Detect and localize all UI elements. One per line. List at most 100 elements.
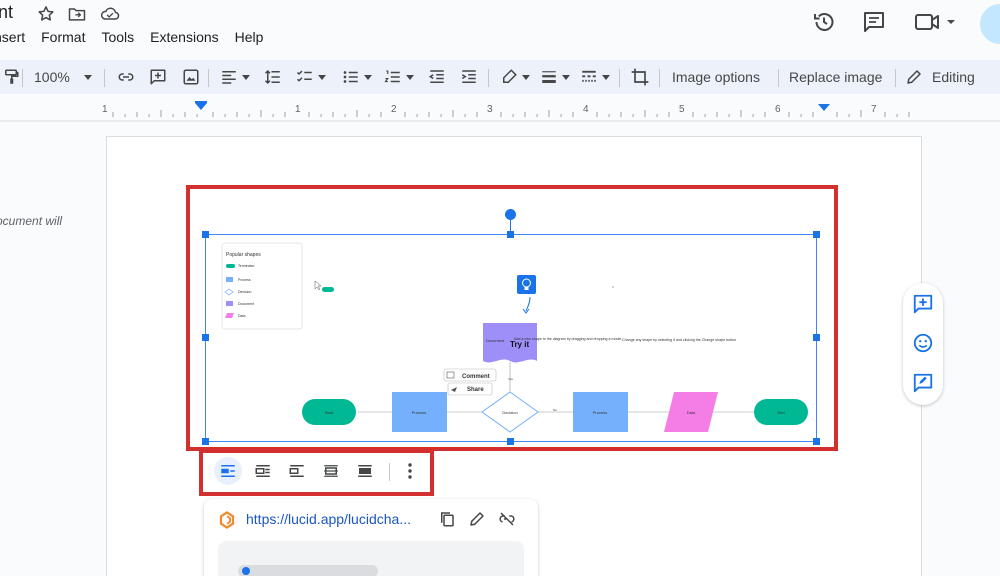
shape-label: Decision: [502, 410, 517, 415]
numbered-list-icon[interactable]: [384, 66, 414, 88]
replace-image-label: Replace image: [789, 69, 883, 85]
chevron-down-icon: [364, 74, 372, 80]
menu-format[interactable]: Format: [41, 28, 85, 48]
line-spacing-icon[interactable]: [264, 66, 282, 88]
svg-text:x: x: [612, 284, 614, 289]
popup-comment-label: Comment: [462, 374, 490, 380]
legend-item: Terminator: [238, 264, 255, 268]
connector-label: Yes: [508, 377, 513, 381]
highlight-box-wrap-toolbar: [199, 449, 434, 496]
paint-format-icon[interactable]: [2, 66, 20, 88]
resize-handle-bottom-left[interactable]: [202, 438, 209, 445]
resize-handle-top-right[interactable]: [813, 231, 820, 238]
tip-text-2: Change any shape by selecting it and cli…: [622, 338, 736, 342]
bulleted-list-icon[interactable]: [342, 66, 372, 88]
toolbar-divider: [895, 69, 896, 87]
side-actions-panel: [903, 283, 943, 405]
version-history-icon[interactable]: [812, 10, 836, 34]
chevron-down-icon: [562, 74, 570, 80]
ruler-number: 6: [775, 104, 781, 115]
legend-item: Decision: [238, 290, 251, 294]
resize-handle-right[interactable]: [813, 334, 820, 341]
move-folder-icon[interactable]: [67, 4, 87, 24]
remove-link-icon[interactable]: [498, 510, 516, 528]
image-options-button[interactable]: Image options: [672, 66, 760, 88]
menu-tools[interactable]: Tools: [101, 28, 134, 48]
formatting-toolbar: 100% Image options Replace image Editing: [0, 60, 1000, 94]
share-button[interactable]: [980, 4, 1000, 44]
comments-icon[interactable]: [862, 10, 886, 34]
toolbar-divider: [619, 69, 620, 87]
insert-link-icon[interactable]: [116, 66, 136, 88]
toolbar-divider: [488, 69, 489, 87]
link-url[interactable]: https://lucid.app/lucidcha...: [246, 511, 411, 527]
replace-image-button[interactable]: Replace image: [789, 66, 882, 88]
resize-handle-bottom[interactable]: [507, 438, 514, 445]
increase-indent-icon[interactable]: [460, 66, 478, 88]
insert-image-icon[interactable]: [182, 66, 200, 88]
ruler-number: 1: [295, 104, 301, 115]
add-emoji-reaction-icon[interactable]: [912, 332, 934, 354]
selected-diagram-image[interactable]: Popular shapes Terminator Process Decisi…: [205, 234, 817, 442]
image-options-label: Image options: [672, 69, 760, 85]
add-comment-icon[interactable]: [912, 293, 934, 315]
popup-share-label: Share: [467, 387, 484, 393]
add-comment-icon[interactable]: [148, 66, 168, 88]
lucid-logo-icon: [218, 511, 236, 529]
decrease-indent-icon[interactable]: [428, 66, 446, 88]
menu-help[interactable]: Help: [235, 28, 264, 48]
shape-label: End: [777, 410, 784, 415]
try-it-label: Try it: [510, 340, 529, 349]
chevron-down-icon: [83, 74, 92, 80]
star-icon[interactable]: [36, 4, 56, 24]
resize-handle-left[interactable]: [202, 334, 209, 341]
legend-item: Process: [238, 278, 251, 282]
border-color-icon[interactable]: [500, 66, 530, 88]
resize-handle-top[interactable]: [507, 231, 514, 238]
ruler-number: 5: [679, 104, 685, 115]
legend-title: Popular shapes: [226, 252, 261, 258]
chevron-down-icon: [318, 74, 326, 80]
horizontal-ruler[interactable]: [0, 100, 1000, 122]
chevron-down-icon: [602, 74, 610, 80]
link-preview-thumbnail: [218, 541, 524, 576]
shape-label: Process: [412, 410, 426, 415]
crop-icon[interactable]: [630, 66, 650, 88]
border-weight-icon[interactable]: [540, 66, 570, 88]
editing-label: Editing: [932, 69, 975, 85]
resize-handle-top-left[interactable]: [202, 231, 209, 238]
resize-handle-bottom-right[interactable]: [813, 438, 820, 445]
toolbar-divider: [778, 69, 779, 87]
ruler-number: 3: [487, 104, 493, 115]
toolbar-divider: [22, 69, 23, 87]
suggest-edits-icon[interactable]: [912, 372, 934, 394]
meet-video-icon[interactable]: [914, 10, 958, 34]
edit-link-icon[interactable]: [468, 510, 486, 528]
cloud-saved-icon[interactable]: [99, 4, 120, 24]
zoom-select[interactable]: 100%: [34, 66, 92, 88]
toolbar-divider: [208, 69, 209, 87]
menu-extensions[interactable]: Extensions: [150, 28, 218, 48]
chevron-down-icon: [522, 74, 530, 80]
rotate-handle[interactable]: [505, 209, 516, 220]
ruler-number: 2: [391, 104, 397, 115]
checklist-icon[interactable]: [296, 66, 326, 88]
chevron-down-icon: [242, 74, 250, 80]
toolbar-divider: [659, 69, 660, 87]
editing-mode-button[interactable]: Editing: [905, 66, 975, 88]
menu-bar: nsert Format Tools Extensions Help: [0, 28, 279, 48]
legend-item: Data: [238, 314, 245, 318]
document-title[interactable]: nt: [0, 2, 13, 23]
legend-item: Document: [238, 302, 254, 306]
menu-insert[interactable]: nsert: [0, 28, 25, 48]
border-dash-icon[interactable]: [580, 66, 610, 88]
chevron-down-icon: [406, 74, 414, 80]
shape-label: Data: [687, 410, 696, 415]
shape-label: Process: [593, 410, 607, 415]
shape-label: Document: [486, 338, 505, 343]
connector-label: No: [553, 408, 557, 412]
shape-label: Start: [325, 410, 334, 415]
copy-link-icon[interactable]: [438, 510, 456, 528]
toolbar-divider: [104, 69, 105, 87]
align-icon[interactable]: [220, 66, 250, 88]
